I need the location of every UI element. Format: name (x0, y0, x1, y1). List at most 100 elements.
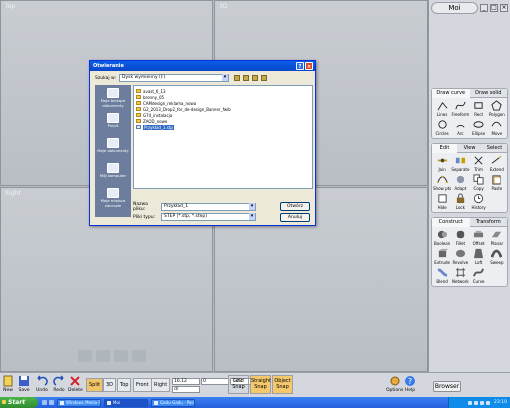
view-3d-button[interactable]: 3D (103, 378, 117, 392)
view-right-button[interactable]: Right (151, 378, 171, 392)
tab-construct[interactable]: Construct (432, 218, 470, 227)
taskbar-item[interactable]: Gadu-Gadu - Paint (151, 398, 195, 407)
redo-button[interactable]: Redo (53, 375, 65, 393)
circles-tool[interactable]: Circles (433, 119, 451, 136)
folder-icon (136, 101, 141, 105)
polygon-icon (491, 100, 502, 111)
place-desktop[interactable]: Pulpit (95, 110, 131, 135)
network-tool[interactable]: Network (451, 267, 469, 284)
tab-draw-solid[interactable]: Draw solid (469, 89, 507, 98)
minimize-button[interactable]: _ (480, 4, 488, 12)
lock-tool[interactable]: Lock (451, 193, 469, 210)
paste-tool[interactable]: Paste (488, 174, 506, 191)
revolve-tool[interactable]: Revolve (451, 248, 469, 265)
delete-button[interactable]: Delete (68, 375, 83, 393)
tab-draw-curve[interactable]: Draw curve (432, 89, 470, 98)
look-in-select[interactable]: Dysk wymienny (I:) (119, 74, 229, 82)
extend-tool[interactable]: Extend (488, 155, 506, 172)
up-folder-icon[interactable] (243, 75, 249, 81)
zoom-icon[interactable] (96, 350, 110, 362)
view-front-button[interactable]: Front (133, 378, 152, 392)
app-titlebar: Moi _ □ × (429, 0, 510, 16)
arc-tool[interactable]: Arc (451, 119, 469, 136)
tray-icon[interactable] (468, 400, 473, 405)
rect-tool[interactable]: Rect (470, 100, 488, 117)
tab-select[interactable]: Select (482, 144, 507, 153)
lines-tool[interactable]: Lines (433, 100, 451, 117)
ellipse-tool[interactable]: Ellipse (470, 119, 488, 136)
taskbar-item[interactable]: Windows Media Player (57, 398, 101, 407)
offset-tool[interactable]: Offset (470, 229, 488, 246)
straight-snap-toggle[interactable]: Straight Snap (250, 375, 271, 394)
view-menu-icon[interactable] (261, 75, 267, 81)
planar-tool[interactable]: Planar (488, 229, 506, 246)
file-list[interactable]: avast_6_13 bronny_05 CAMdesign_reklama_n… (133, 85, 313, 189)
maximize-button[interactable]: □ (490, 4, 498, 12)
ie-icon[interactable] (42, 400, 47, 405)
dialog-close-button[interactable]: × (305, 62, 313, 70)
back-icon[interactable] (234, 75, 240, 81)
coord-x-field[interactable]: 16.12 (172, 378, 200, 385)
volume-icon[interactable] (486, 400, 491, 405)
distance-field[interactable]: d/ (172, 386, 200, 393)
undo-button[interactable]: Undo (36, 375, 48, 393)
dialog-help-button[interactable]: ? (296, 62, 304, 70)
adapt-tool[interactable]: Adapt (451, 174, 469, 191)
tab-transform[interactable]: Transform (469, 218, 507, 227)
options-button[interactable]: Options (386, 375, 403, 393)
tray-icon[interactable] (474, 400, 479, 405)
trim-tool[interactable]: Trim (470, 155, 488, 172)
browser-button[interactable]: Browser (433, 381, 461, 392)
reset-view-icon[interactable] (132, 350, 146, 362)
hide-tool[interactable]: Hide (433, 193, 451, 210)
file-type-select[interactable]: STEP (*.stp, *.step) (161, 213, 256, 221)
polygon-tool[interactable]: Polygon (488, 100, 506, 117)
curve-tool[interactable]: Curve (470, 267, 488, 284)
help-button[interactable]: ? Help (404, 375, 416, 393)
blend-tool[interactable]: Blend (433, 267, 451, 284)
open-button[interactable]: Otwórz (280, 202, 310, 211)
separate-tool[interactable]: Separate (451, 155, 469, 172)
move-tool[interactable]: Move (488, 119, 506, 136)
sweep-tool[interactable]: Sweep (488, 248, 506, 265)
start-button[interactable]: Start (0, 397, 38, 408)
list-item-selected[interactable]: Przykład_1.stp (136, 124, 310, 130)
place-recent[interactable]: Moje bieżące dokumenty (95, 85, 131, 110)
history-icon (474, 193, 484, 204)
freeform-icon (455, 101, 466, 110)
cancel-button[interactable]: Anuluj (280, 213, 310, 222)
fillet-tool[interactable]: Fillet (451, 229, 469, 246)
desktop-shortcut-icon[interactable] (49, 400, 54, 405)
history-tool[interactable]: History (470, 193, 488, 210)
place-computer[interactable]: Mój komputer (95, 160, 131, 185)
options-icon (390, 376, 400, 386)
place-documents[interactable]: Moje dokumenty (95, 135, 131, 160)
tab-view[interactable]: View (457, 144, 482, 153)
tab-edit[interactable]: Edit (432, 144, 457, 153)
extrude-tool[interactable]: Extrude (433, 248, 451, 265)
zoom-extents-icon[interactable] (78, 350, 92, 362)
rectangle-icon (474, 102, 483, 109)
join-tool[interactable]: Join (433, 155, 451, 172)
new-button[interactable]: New (2, 375, 14, 393)
fillet-icon (456, 230, 465, 239)
save-button[interactable]: Save (18, 375, 30, 393)
view-top-button[interactable]: Top (117, 378, 132, 392)
loft-tool[interactable]: Loft (470, 248, 488, 265)
place-network[interactable]: Moje miejsca sieciowe (95, 185, 131, 210)
freeform-tool[interactable]: Freeform (451, 100, 469, 117)
copy-tool[interactable]: Copy (470, 174, 488, 191)
new-folder-icon[interactable] (252, 75, 258, 81)
tray-icon[interactable] (480, 400, 485, 405)
view-split-button[interactable]: Split (86, 378, 104, 392)
coord-y-field[interactable]: 0 (201, 378, 229, 385)
boolean-tool[interactable]: Boolean (433, 229, 451, 246)
object-snap-toggle[interactable]: Object Snap (272, 375, 293, 394)
pan-icon[interactable] (114, 350, 128, 362)
file-name-input[interactable]: Przykład_1 (161, 203, 256, 211)
taskbar-item[interactable]: Moi (104, 398, 148, 407)
grid-snap-toggle[interactable]: Grid Snap (228, 375, 249, 394)
show-pts-tool[interactable]: Show pts (433, 174, 451, 191)
close-button[interactable]: × (500, 4, 508, 12)
join-icon (437, 158, 447, 163)
